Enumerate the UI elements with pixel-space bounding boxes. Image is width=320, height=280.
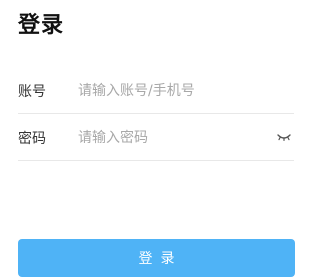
password-label: 密码 [18, 130, 46, 147]
account-input[interactable] [78, 75, 294, 106]
account-label: 账号 [18, 83, 46, 100]
account-row: 账号 [18, 68, 294, 114]
password-input[interactable] [78, 122, 274, 153]
page-title: 登录 [18, 13, 65, 38]
password-row: 密码 [18, 115, 294, 161]
login-button[interactable]: 登录 [18, 239, 295, 277]
eye-closed-icon[interactable] [274, 128, 294, 148]
